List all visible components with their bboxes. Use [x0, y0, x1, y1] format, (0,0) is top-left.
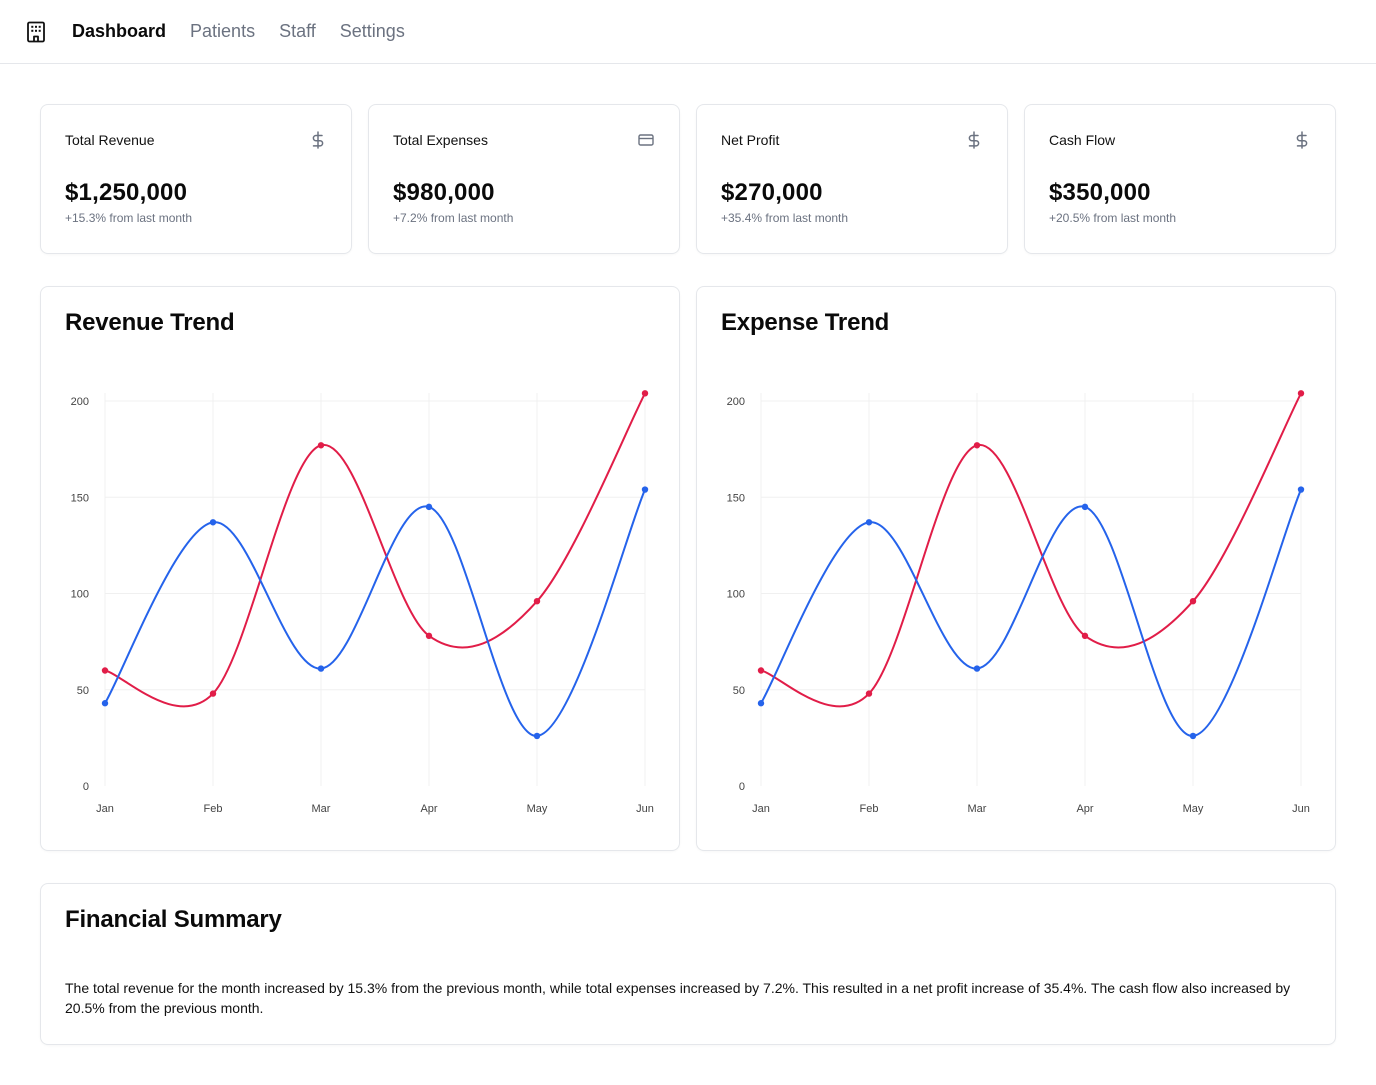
dashboard-content: Total Revenue $1,250,000 +15.3% from las…	[0, 64, 1376, 1045]
stats-row: Total Revenue $1,250,000 +15.3% from las…	[40, 104, 1336, 254]
x-tick-label: Jun	[1292, 803, 1310, 815]
dollar-icon	[1293, 131, 1311, 149]
summary-text: The total revenue for the month increase…	[65, 980, 1291, 1016]
top-navigation: Dashboard Patients Staff Settings	[0, 0, 1376, 64]
x-tick-label: Mar	[312, 803, 331, 815]
financial-summary-card: Financial Summary The total revenue for …	[40, 883, 1336, 1045]
stat-value: $270,000	[721, 179, 823, 206]
revenue-trend-chart: 0 50 100 150 200 Jan Feb Mar Apr May Jun	[71, 390, 654, 815]
stat-change: +35.4% from last month	[721, 211, 849, 225]
x-tick-label: May	[527, 803, 548, 815]
x-tick-label: Feb	[860, 803, 879, 815]
stat-value: $350,000	[1049, 179, 1151, 206]
y-tick-label: 100	[727, 589, 745, 601]
data-point	[1081, 503, 1089, 511]
data-point	[973, 442, 981, 449]
data-point	[1189, 732, 1197, 740]
x-tick-label: Jan	[96, 803, 114, 815]
y-tick-label: 200	[727, 396, 745, 408]
data-point	[865, 519, 873, 526]
data-point	[973, 665, 981, 672]
series-line-0	[104, 392, 646, 708]
data-point	[865, 690, 873, 697]
y-tick-label: 150	[727, 492, 745, 504]
data-point	[641, 486, 649, 493]
stat-title: Total Revenue	[65, 132, 155, 148]
data-point	[1297, 486, 1305, 493]
dollar-icon	[965, 131, 983, 149]
data-point	[101, 667, 109, 674]
data-point	[317, 665, 325, 672]
data-point	[757, 700, 765, 707]
y-tick-label: 200	[71, 396, 89, 408]
nav-settings[interactable]: Settings	[340, 21, 405, 42]
credit-card-icon	[637, 131, 655, 149]
data-point	[533, 732, 541, 740]
revenue-trend-card: Revenue Trend 0 50 100 150 200 Jan Feb Mar Apr Ma…	[40, 286, 680, 851]
x-tick-label: Jan	[752, 803, 770, 815]
data-point	[425, 503, 433, 511]
stat-card-cash-flow: Cash Flow $350,000 +20.5% from last mont…	[1024, 104, 1336, 254]
expense-trend-chart: 0 50 100 150 200 Jan Feb Mar Apr May Jun	[727, 390, 1310, 815]
summary-title: Financial Summary	[65, 906, 282, 933]
expense-trend-card: Expense Trend 0 50 100 150 200 Jan Feb Mar Apr Ma…	[696, 286, 1336, 851]
main-nav: Dashboard Patients Staff Settings	[72, 21, 405, 42]
data-point	[1297, 390, 1305, 397]
x-tick-label: Apr	[420, 803, 437, 815]
stat-title: Cash Flow	[1049, 132, 1116, 148]
data-point	[1189, 598, 1197, 605]
data-point	[641, 390, 649, 397]
dollar-icon	[309, 131, 327, 149]
data-point	[425, 632, 433, 640]
charts-row: Revenue Trend 0 50 100 150 200 Jan Feb Mar Apr Ma…	[40, 286, 1336, 851]
nav-dashboard[interactable]: Dashboard	[72, 21, 166, 42]
x-tick-label: Feb	[204, 803, 223, 815]
y-tick-label: 0	[83, 781, 89, 793]
x-tick-label: May	[1183, 803, 1204, 815]
data-point	[757, 667, 765, 674]
series-line-0	[760, 392, 1302, 708]
stat-value: $980,000	[393, 179, 495, 206]
stat-card-total-revenue: Total Revenue $1,250,000 +15.3% from las…	[40, 104, 352, 254]
stat-card-net-profit: Net Profit $270,000 +35.4% from last mon…	[696, 104, 1008, 254]
stat-change: +20.5% from last month	[1049, 211, 1177, 225]
y-tick-label: 50	[733, 685, 745, 697]
y-tick-label: 100	[71, 589, 89, 601]
x-tick-label: Mar	[968, 803, 987, 815]
stat-card-total-expenses: Total Expenses $980,000 +7.2% from last …	[368, 104, 680, 254]
data-point	[533, 598, 541, 605]
stat-change: +15.3% from last month	[65, 211, 193, 225]
building-icon[interactable]	[26, 21, 46, 43]
stat-value: $1,250,000	[65, 179, 188, 206]
y-tick-label: 0	[739, 781, 745, 793]
x-tick-label: Jun	[636, 803, 654, 815]
stat-title: Total Expenses	[393, 132, 488, 148]
y-tick-label: 50	[77, 685, 89, 697]
data-point	[1081, 632, 1089, 640]
data-point	[209, 519, 217, 526]
data-point	[317, 442, 325, 449]
nav-staff[interactable]: Staff	[279, 21, 316, 42]
x-tick-label: Apr	[1076, 803, 1093, 815]
y-tick-label: 150	[71, 492, 89, 504]
data-point	[209, 690, 217, 697]
stat-title: Net Profit	[721, 132, 780, 148]
data-point	[101, 700, 109, 707]
nav-patients[interactable]: Patients	[190, 21, 255, 42]
stat-change: +7.2% from last month	[393, 211, 514, 225]
